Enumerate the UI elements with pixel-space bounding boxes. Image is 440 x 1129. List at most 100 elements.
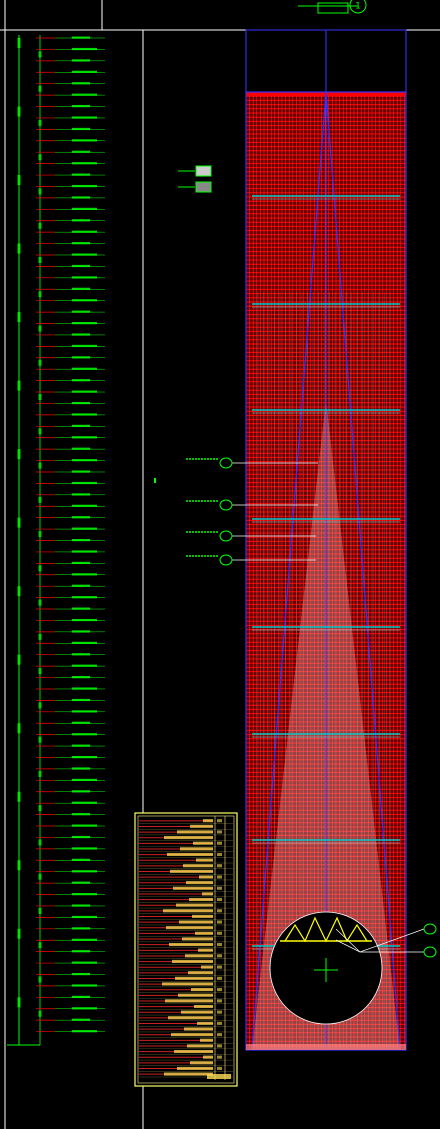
dimension-label-mark [72, 219, 90, 222]
dimension-sub-mark [38, 428, 42, 435]
dimension-sub-mark [38, 256, 42, 263]
schedule-row-text [201, 965, 213, 969]
dimension-label-mark [72, 299, 97, 302]
dimension-label-mark [72, 824, 97, 827]
dimension-label-mark [72, 253, 97, 256]
dimension-sub-mark [38, 942, 42, 949]
schedule-row-text [199, 875, 213, 879]
dimension-group-mark [17, 654, 21, 665]
base-plinth [246, 1044, 406, 1050]
schedule-row-code [217, 920, 222, 924]
dimension-group-mark [17, 517, 21, 528]
schedule-row-code [217, 931, 222, 935]
dimension-sub-mark [38, 119, 42, 126]
dimension-label-mark [72, 322, 97, 325]
schedule-row-text [184, 1027, 213, 1031]
schedule-row-text [180, 847, 213, 851]
dimension-label-mark [72, 413, 97, 416]
dimension-label-mark [72, 767, 90, 770]
legend-swatch-gray [195, 181, 212, 193]
dimension-sub-mark [38, 770, 42, 777]
dimension-label-mark [72, 493, 90, 496]
dimension-label-mark [72, 424, 90, 427]
dimension-label-mark [72, 607, 90, 610]
schedule-row-text [173, 886, 213, 890]
schedule-row-text [188, 971, 213, 975]
schedule-row-code [217, 852, 222, 857]
dimension-sub-mark [38, 222, 42, 229]
dimension-label-mark [72, 390, 97, 393]
dimension-sub-mark [38, 805, 42, 812]
dimension-label-mark [72, 664, 97, 667]
dimension-label-mark [72, 584, 90, 587]
schedule-row-code [217, 976, 222, 980]
dimension-label-mark [72, 870, 97, 873]
dimension-sub-mark [38, 531, 42, 538]
dimension-sub-mark [38, 736, 42, 743]
dimension-sub-mark [38, 873, 42, 880]
dimension-label-mark [72, 356, 90, 359]
dimension-label-mark [72, 778, 97, 782]
dimension-label-mark [72, 230, 97, 233]
dimension-group-mark [17, 312, 21, 323]
dimension-label-mark [72, 459, 97, 462]
dimension-label-mark [72, 984, 97, 987]
dimension-label-mark [72, 618, 97, 622]
dimension-sub-mark [38, 51, 42, 58]
schedule-row-text [198, 948, 213, 952]
dimension-label-mark [72, 264, 90, 268]
dimension-label-mark [72, 710, 97, 713]
dimension-label-mark [72, 847, 97, 850]
dimension-label-mark [72, 573, 97, 576]
schedule-row-text [172, 959, 213, 963]
dimension-label-mark [72, 310, 90, 313]
dimension-sub-mark [38, 188, 42, 195]
dimension-label-mark [72, 972, 90, 976]
dimension-label-mark [72, 881, 90, 884]
dimension-label-mark [72, 287, 90, 290]
schedule-row-text [181, 1010, 213, 1014]
dimension-sub-mark [38, 839, 42, 846]
dimension-label-mark [72, 504, 97, 507]
schedule-row-code [217, 1055, 222, 1059]
schedule-row-text [164, 836, 213, 840]
dimension-label-mark [72, 915, 97, 919]
schedule-row-code [217, 819, 222, 823]
dimension-label-mark [72, 721, 90, 724]
dimension-sub-mark [38, 85, 42, 92]
dimension-label-mark [72, 733, 97, 736]
schedule-row-code [217, 886, 222, 890]
schedule-row-text [165, 999, 213, 1003]
schedule-row-code [217, 1033, 222, 1037]
schedule-row-text [186, 881, 213, 885]
dimension-label-mark [72, 698, 90, 702]
schedule-row-code [217, 1044, 222, 1048]
dimension-label-mark [72, 367, 97, 370]
schedule-row-text [177, 830, 213, 834]
dimension-sub-mark [38, 1010, 42, 1017]
dimension-label-mark [72, 961, 97, 964]
schedule-row-text [163, 909, 213, 913]
dimension-group-mark [17, 38, 21, 48]
schedule-row-text [178, 993, 213, 997]
schedule-row-text [195, 931, 213, 935]
schedule-footer-text [207, 1074, 231, 1079]
schedule-row-text [203, 819, 213, 823]
schedule-row-text [166, 926, 213, 930]
schedule-row-text [190, 1061, 213, 1065]
dimension-group-mark [17, 860, 21, 871]
dimension-label-mark [72, 596, 97, 599]
dimension-label-mark [72, 561, 90, 565]
material-schedule-table [134, 812, 238, 1087]
dimension-label-mark [72, 47, 97, 51]
dimension-label-mark [72, 641, 97, 644]
dimension-label-mark [72, 527, 97, 530]
dimension-sub-mark [38, 599, 42, 606]
dimension-label-mark [72, 207, 97, 211]
dimension-label-mark [72, 344, 97, 348]
dimension-group-mark [17, 175, 21, 186]
schedule-row-text [193, 841, 213, 845]
dimension-label-mark [72, 184, 97, 188]
schedule-row-text [189, 897, 213, 902]
schedule-row-text [171, 1033, 213, 1037]
